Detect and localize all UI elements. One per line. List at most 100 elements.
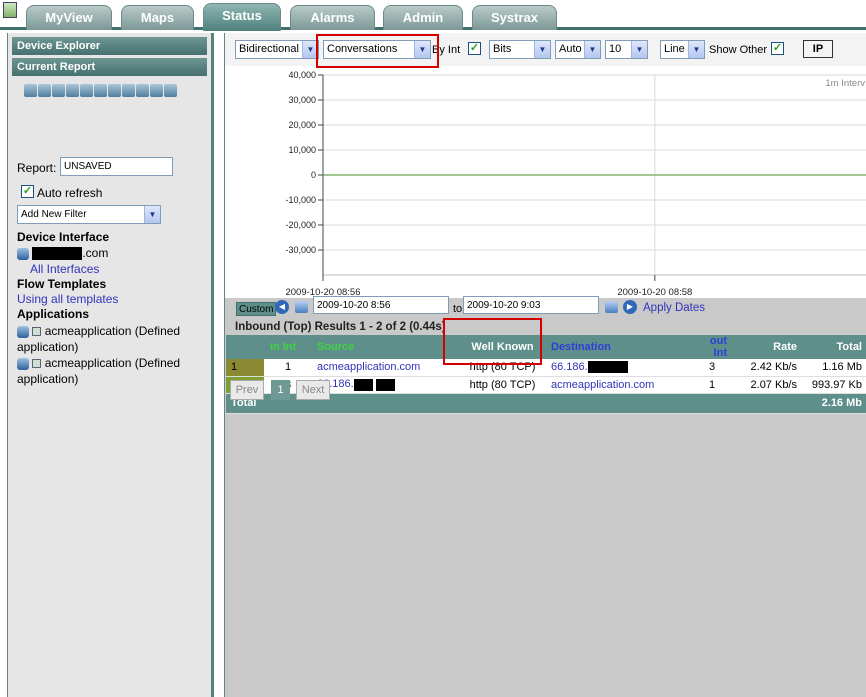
cell-source[interactable]: acmeapplication.com [312, 359, 459, 377]
column-header-total[interactable]: Total [802, 335, 866, 359]
schedule-icon[interactable] [66, 84, 79, 97]
calendar-icon[interactable] [295, 301, 308, 313]
tab-myview[interactable]: MyView [26, 5, 112, 30]
app-logo-icon[interactable] [3, 2, 17, 18]
checkbox-icon[interactable] [32, 359, 42, 369]
database-icon [17, 325, 29, 338]
table-row[interactable]: 1 1 acmeapplication.com http (80 TCP) 66… [226, 359, 866, 377]
edit-icon[interactable] [24, 84, 37, 97]
total-value: 2.16 Mb [802, 393, 866, 414]
cell-source[interactable]: 66.186. [312, 376, 459, 394]
column-header-out-int[interactable]: out Int [692, 335, 732, 359]
redacted-device-name [32, 247, 83, 261]
table-icon[interactable] [108, 84, 121, 97]
tab-admin[interactable]: Admin [383, 5, 463, 30]
chevron-down-icon: ▼ [144, 206, 160, 223]
next-arrow-icon[interactable]: ▶ [623, 300, 637, 314]
show-other-label: Show Other [709, 44, 768, 56]
application-type: application) [17, 340, 79, 354]
database-icon [17, 247, 29, 260]
end-date-input[interactable] [463, 296, 599, 314]
save-icon[interactable] [38, 84, 51, 97]
to-label: to [453, 303, 463, 315]
print-icon[interactable] [80, 84, 93, 97]
device-explorer-header[interactable]: Device Explorer [12, 37, 207, 55]
destination-link[interactable]: acmeapplication.com [551, 379, 654, 391]
main-panel: Bidirectional ▼ Conversations ▼ By Int ✓ B… [224, 33, 866, 697]
application-item[interactable]: acmeapplication (Defined application) [17, 323, 180, 355]
export-icon[interactable] [94, 84, 107, 97]
units-select[interactable]: Bits ▼ [489, 40, 551, 59]
chart-icon[interactable] [122, 84, 135, 97]
direction-select[interactable]: Bidirectional ▼ [235, 40, 319, 59]
report-toolbar [24, 84, 177, 100]
by-int-checkbox[interactable]: ✓ [468, 42, 481, 55]
column-header-source[interactable]: Source [312, 335, 459, 359]
interval-note: 1m Interv [825, 78, 865, 89]
tab-maps[interactable]: Maps [121, 5, 194, 30]
rss-icon[interactable] [136, 84, 149, 97]
count-select[interactable]: 10 ▼ [605, 40, 648, 59]
add-filter-select[interactable]: Add New Filter ▼ [17, 205, 161, 224]
scale-value: Auto [559, 43, 582, 55]
email-icon[interactable] [150, 84, 163, 97]
previous-arrow-icon[interactable]: ◀ [275, 300, 289, 314]
auto-refresh-checkbox[interactable]: ✓ [21, 185, 34, 198]
current-report-header[interactable]: Current Report [12, 58, 207, 76]
y-tick-label: 40,000 [288, 70, 316, 80]
column-header-destination[interactable]: Destination [546, 335, 692, 359]
flow-templates-heading: Flow Templates [17, 277, 107, 291]
next-page-button[interactable]: Next [296, 380, 330, 400]
sidebar: Device Explorer Current Report Report: ✓… [7, 33, 214, 697]
redacted-ip [353, 378, 373, 391]
chevron-down-icon: ▼ [414, 41, 430, 58]
custom-range-button[interactable]: Custom [236, 302, 277, 316]
applications-heading: Applications [17, 307, 90, 321]
count-value: 10 [609, 43, 622, 55]
start-date-input[interactable] [313, 296, 449, 314]
column-header-well-known[interactable]: Well Known [459, 335, 546, 359]
using-templates-link[interactable]: Using all templates [17, 292, 118, 306]
all-interfaces-link[interactable]: All Interfaces [30, 262, 99, 276]
ip-button[interactable]: IP [803, 40, 833, 58]
device-row[interactable]: .com [17, 246, 109, 261]
apply-dates-link[interactable]: Apply Dates [643, 302, 705, 314]
scale-select[interactable]: Auto ▼ [555, 40, 601, 59]
destination-link[interactable]: 66.186. [551, 361, 588, 373]
chevron-down-icon: ▼ [302, 41, 318, 58]
tab-systrax[interactable]: Systrax [472, 5, 557, 30]
graph-type-select[interactable]: Line ▼ [660, 40, 705, 59]
cell-destination[interactable]: acmeapplication.com [546, 376, 692, 394]
chevron-down-icon: ▼ [534, 41, 550, 58]
tab-alarms[interactable]: Alarms [290, 5, 375, 30]
report-label: Report: [17, 161, 57, 175]
checkbox-icon[interactable] [32, 327, 42, 337]
prev-page-button[interactable]: Prev [230, 380, 264, 400]
device-domain-suffix: .com [82, 246, 109, 260]
cell-out-int: 3 [692, 359, 732, 377]
column-header-rate[interactable]: Rate [732, 335, 802, 359]
cell-rate: 2.07 Kb/s [732, 376, 802, 394]
tab-status[interactable]: Status [203, 3, 281, 31]
cell-total: 993.97 Kb [802, 376, 866, 394]
page-1-button[interactable]: 1 [271, 380, 290, 400]
application-item[interactable]: acmeapplication (Defined application) [17, 355, 180, 387]
device-interface-heading: Device Interface [17, 230, 110, 244]
source-link[interactable]: acmeapplication.com [317, 361, 420, 373]
cell-destination[interactable]: 66.186. [546, 359, 692, 377]
save-as-icon[interactable] [52, 84, 65, 97]
view-select[interactable]: Conversations ▼ [323, 40, 431, 59]
results-table: in Int Source Well Known Destination out… [226, 335, 866, 414]
redacted-ip [375, 378, 395, 391]
y-tick-label: 20,000 [288, 120, 316, 130]
column-header-in-int[interactable]: in Int [264, 335, 312, 359]
show-other-checkbox[interactable]: ✓ [771, 42, 784, 55]
report-name-input[interactable] [60, 157, 173, 176]
cell-total: 1.16 Mb [802, 359, 866, 377]
row-rank: 1 [226, 359, 264, 377]
date-range-bar: Custom ◀ to ▶ Apply Dates [225, 296, 866, 318]
application-name: acmeapplication (Defined [44, 324, 181, 338]
graph-type-value: Line [664, 43, 685, 55]
calendar-icon[interactable] [605, 301, 618, 313]
copy-icon[interactable] [164, 84, 177, 97]
